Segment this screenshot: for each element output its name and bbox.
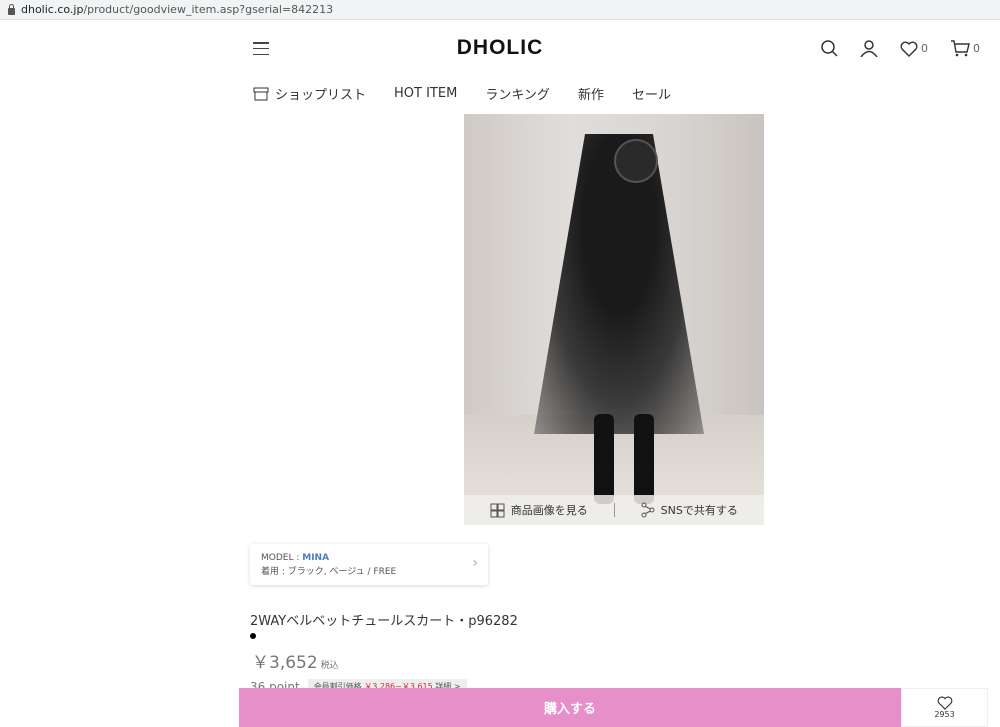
product-title: 2WAYベルベットチュールスカート・p96282: [250, 614, 518, 629]
cart-icon: [951, 40, 970, 57]
cart-count: 0: [973, 42, 980, 55]
nav-shoplist[interactable]: ショップリスト: [253, 84, 366, 103]
price: ￥3,652 税込: [252, 653, 339, 673]
nav-hot-item[interactable]: HOT ITEM: [394, 86, 457, 101]
heart-icon: [900, 41, 918, 57]
store-icon: [253, 87, 269, 100]
share-icon: [641, 502, 655, 518]
bag: [614, 139, 658, 183]
model-wearing: 着用 : ブラック, ベージュ / FREE: [261, 567, 397, 577]
user-icon[interactable]: [860, 40, 878, 57]
buy-button[interactable]: 購入する: [239, 688, 901, 727]
heart-icon: [937, 696, 952, 710]
wishlist-button[interactable]: 0: [900, 41, 928, 57]
model-info-card[interactable]: MODEL : MINA 着用 : ブラック, ベージュ / FREE ›: [250, 544, 488, 585]
search-icon[interactable]: [821, 40, 838, 57]
grid-icon: [490, 503, 505, 517]
nav-sale[interactable]: セール: [632, 84, 671, 103]
nav-ranking[interactable]: ランキング: [485, 84, 550, 103]
main-nav: ショップリスト HOT ITEM ランキング 新作 セール: [253, 84, 671, 103]
cart-button[interactable]: 0: [950, 40, 980, 57]
share-sns-button[interactable]: SNSで共有する: [615, 502, 765, 518]
color-swatch[interactable]: [250, 633, 256, 639]
wishlist-count: 0: [921, 42, 928, 55]
chevron-right-icon: ›: [472, 555, 478, 571]
view-images-button[interactable]: 商品画像を見る: [464, 502, 614, 518]
like-count: 2953: [934, 710, 955, 719]
product-image[interactable]: 商品画像を見る SNSで共有する: [464, 114, 764, 525]
url[interactable]: dholic.co.jp/product/goodview_item.asp?g…: [21, 3, 333, 16]
address-bar[interactable]: dholic.co.jp/product/goodview_item.asp?g…: [0, 0, 1000, 20]
like-button[interactable]: 2953: [901, 688, 988, 727]
lock-icon: [8, 3, 15, 15]
nav-new[interactable]: 新作: [578, 84, 604, 103]
model-name: MINA: [302, 553, 330, 563]
